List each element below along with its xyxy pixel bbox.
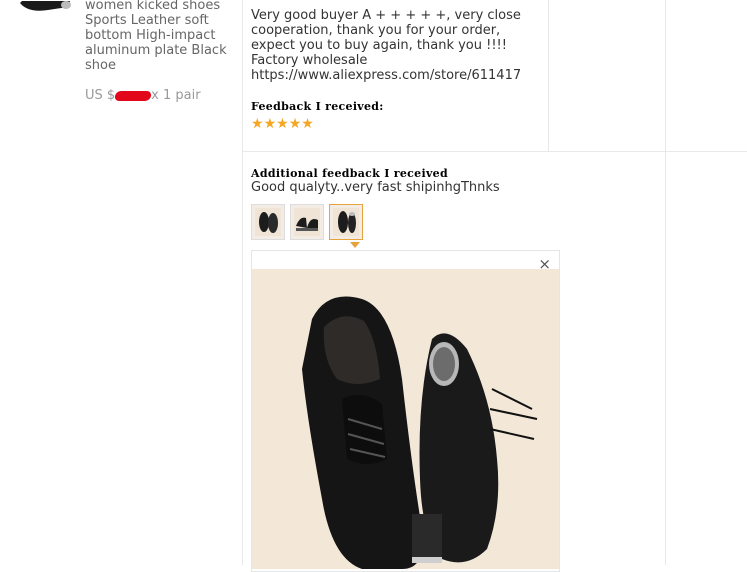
star-icon: ★ (263, 116, 277, 132)
row-divider (242, 151, 747, 152)
photo-viewer: × (251, 250, 560, 572)
photo-thumbnail-3[interactable] (329, 204, 363, 240)
column-divider-2 (548, 0, 549, 152)
product-thumbnail[interactable] (18, 0, 72, 14)
star-icon: ★ (251, 116, 264, 132)
seller-feedback-text: Very good buyer A + + + + +, very close … (251, 8, 522, 83)
feedback-received-label: Feedback I received: (251, 100, 384, 113)
price-quantity: US $ x 1 pair (85, 88, 201, 103)
star-icon: ★ (276, 116, 289, 132)
quantity: x 1 pair (151, 88, 201, 103)
redacted-price (114, 90, 153, 101)
active-thumbnail-caret-icon (350, 242, 360, 248)
column-divider-3 (665, 0, 666, 565)
photo-thumbnail-1[interactable] (251, 204, 285, 240)
additional-feedback-text: Good qualyty..very fast shipinhgThnks (251, 180, 500, 195)
star-icon: ★ (301, 116, 314, 132)
price-prefix: US $ (85, 88, 116, 103)
star-icon: ★ (288, 116, 302, 132)
rating-stars: ★ ★ ★ ★ ★ (251, 117, 314, 131)
product-title[interactable]: women kicked shoes Sports Leather soft b… (85, 0, 235, 73)
enlarged-photo[interactable] (252, 269, 559, 569)
column-divider-1 (242, 0, 243, 565)
additional-feedback-label: Additional feedback I received (251, 167, 448, 180)
photo-thumbnails (251, 204, 363, 240)
photo-thumbnail-2[interactable] (290, 204, 324, 240)
